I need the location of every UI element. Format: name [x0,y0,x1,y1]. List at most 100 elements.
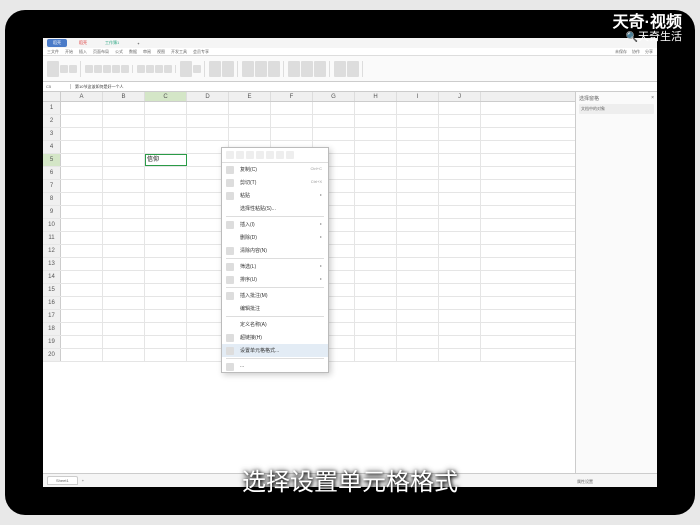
merge-icon[interactable] [164,65,172,73]
row-2[interactable]: 2 [43,115,61,127]
row-19[interactable]: 19 [43,336,61,348]
row-4[interactable]: 4 [43,141,61,153]
row-10[interactable]: 10 [43,219,61,231]
number-icon[interactable] [180,61,192,77]
font-icon[interactable] [85,65,93,73]
find-icon[interactable] [334,61,346,77]
row-17[interactable]: 17 [43,310,61,322]
menu-paste-special[interactable]: 选择性粘贴(S)... [222,202,328,215]
mini-size-icon[interactable] [236,151,244,159]
menu-insert[interactable]: 插入 [79,49,87,55]
formula-bar: C5 第10节这该如何是好一个人 [43,82,657,92]
col-F[interactable]: F [271,92,313,101]
col-H[interactable]: H [355,92,397,101]
col-J[interactable]: J [439,92,481,101]
italic-icon[interactable] [103,65,111,73]
select-all-corner[interactable] [43,92,61,101]
table-style-icon[interactable] [222,61,234,77]
row-col-icon[interactable] [288,61,300,77]
menu-formula[interactable]: 公式 [115,49,123,55]
row-3[interactable]: 3 [43,128,61,140]
menu-delete[interactable]: 删除(D)▸ [222,231,328,244]
panel-close-icon[interactable]: × [651,95,654,102]
btn-share[interactable]: 分享 [645,49,653,55]
column-headers: A B C D E F G H I J [43,92,575,102]
paste-icon[interactable] [47,61,59,77]
row-16[interactable]: 16 [43,297,61,309]
row-20[interactable]: 20 [43,349,61,361]
menu-data[interactable]: 数据 [129,49,137,55]
row-5[interactable]: 5 [43,154,61,166]
menu-format-cells[interactable]: 设置单元格格式... [222,344,328,357]
row-8[interactable]: 8 [43,193,61,205]
menu-cut[interactable]: 剪切(T)Ctrl+X [222,176,328,189]
menu-review[interactable]: 审阅 [143,49,151,55]
row-18[interactable]: 18 [43,323,61,335]
menu-paste[interactable]: 粘贴▸ [222,189,328,202]
row-15[interactable]: 15 [43,284,61,296]
mini-font-icon[interactable] [226,151,234,159]
menu-hyperlink[interactable]: 超链接(H) [222,331,328,344]
bold-icon[interactable] [94,65,102,73]
percent-icon[interactable] [193,65,201,73]
cell-reference[interactable]: C5 [43,84,71,89]
menu-start[interactable]: 开始 [65,49,73,55]
sort-icon[interactable] [255,61,267,77]
col-C[interactable]: C [145,92,187,101]
freeze-icon[interactable] [314,61,326,77]
tab-docer[interactable]: 稻壳 [73,39,93,47]
cell-C5[interactable]: 信仰 [145,154,187,166]
col-E[interactable]: E [229,92,271,101]
cond-format-icon[interactable] [209,61,221,77]
col-A[interactable]: A [61,92,103,101]
worksheet-icon[interactable] [301,61,313,77]
menu-define-name[interactable]: 定义名称(A) [222,318,328,331]
col-G[interactable]: G [313,92,355,101]
row-11[interactable]: 11 [43,232,61,244]
sum-icon[interactable] [242,61,254,77]
row-9[interactable]: 9 [43,206,61,218]
menu-clear[interactable]: 清除内容(N) [222,244,328,257]
filter-icon[interactable] [268,61,280,77]
row-13[interactable]: 13 [43,258,61,270]
align-left-icon[interactable] [137,65,145,73]
menu-view[interactable]: 视图 [157,49,165,55]
align-right-icon[interactable] [155,65,163,73]
menu-sort[interactable]: 排序(U)▸ [222,273,328,286]
row-14[interactable]: 14 [43,271,61,283]
mini-copy-icon[interactable] [276,151,284,159]
mini-bold-icon[interactable] [246,151,254,159]
symbol-icon[interactable] [347,61,359,77]
cut-icon[interactable] [60,65,68,73]
menu-insert[interactable]: 插入(I)▸ [222,218,328,231]
color-icon[interactable] [121,65,129,73]
row-12[interactable]: 12 [43,245,61,257]
panel-item[interactable]: 文档中的对象 [579,104,654,114]
align-center-icon[interactable] [146,65,154,73]
mini-merge-icon[interactable] [266,151,274,159]
col-I[interactable]: I [397,92,439,101]
menu-layout[interactable]: 页面布局 [93,49,109,55]
menu-copy[interactable]: 复制(C)Ctrl+C [222,163,328,176]
tab-workbook[interactable]: 工作簿1 [99,39,125,47]
btn-collab[interactable]: 协作 [632,49,640,55]
tab-add[interactable]: + [131,40,145,47]
tab-home[interactable]: 稻壳 [47,39,67,47]
menu-filter[interactable]: 筛选(L)▸ [222,260,328,273]
copy-icon[interactable] [69,65,77,73]
menu-dev[interactable]: 开发工具 [171,49,187,55]
mini-format-icon[interactable] [286,151,294,159]
menu-vip[interactable]: 会员专享 [193,49,209,55]
row-6[interactable]: 6 [43,167,61,179]
row-1[interactable]: 1 [43,102,61,114]
formula-content[interactable]: 第10节这该如何是好一个人 [71,84,127,90]
col-D[interactable]: D [187,92,229,101]
mini-sum-icon[interactable] [256,151,264,159]
col-B[interactable]: B [103,92,145,101]
menu-insert-comment[interactable]: 插入批注(M) [222,289,328,302]
menu-more[interactable]: ... [222,360,328,372]
row-7[interactable]: 7 [43,180,61,192]
underline-icon[interactable] [112,65,120,73]
menu-file[interactable]: 三文件 [47,49,59,55]
menu-edit-comment[interactable]: 编辑批注 [222,302,328,315]
